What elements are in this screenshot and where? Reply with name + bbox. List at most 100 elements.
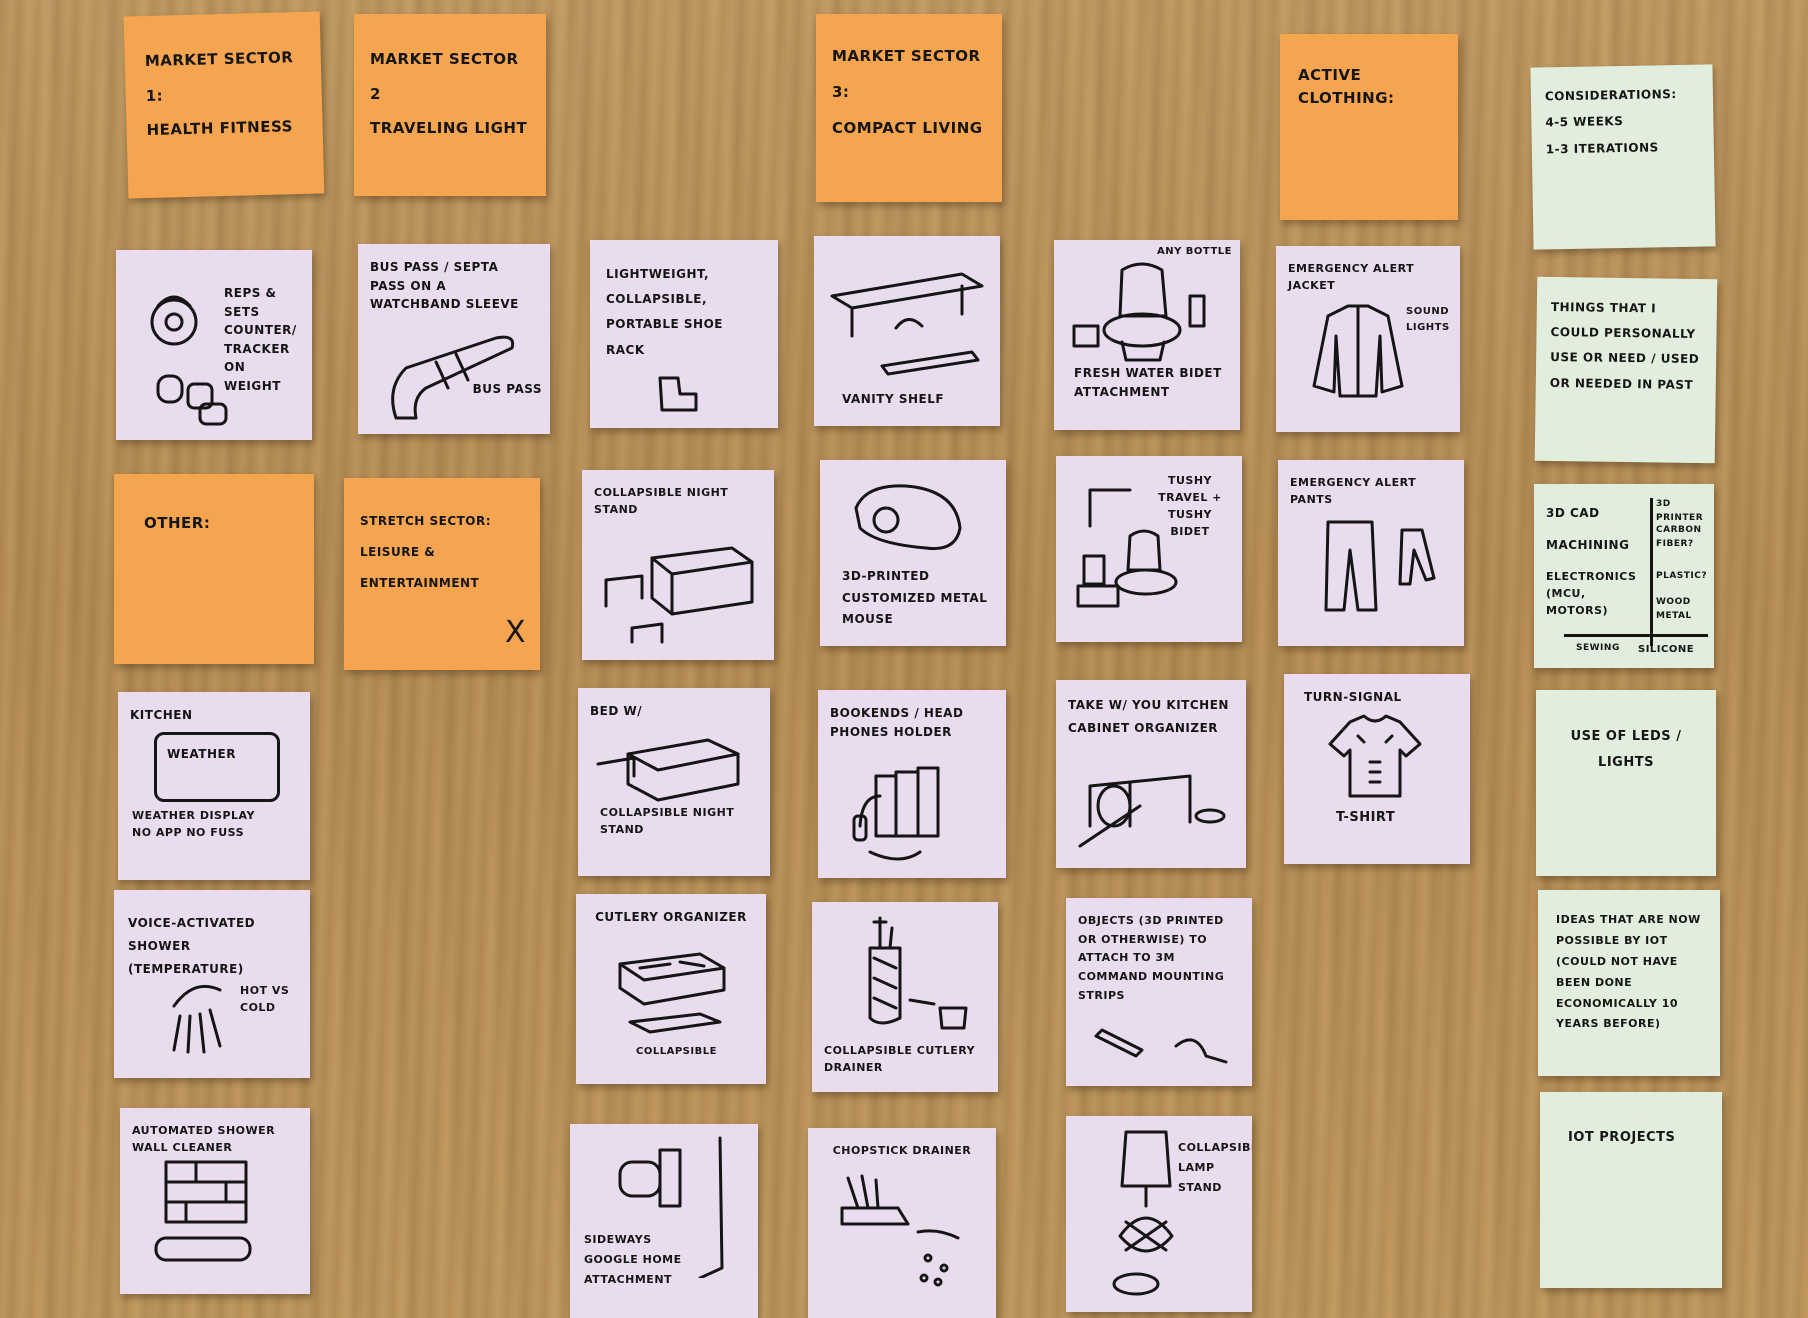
note-text: EMERGENCY ALERT JACKET bbox=[1288, 262, 1415, 293]
capability-wood-metal: WOOD METAL bbox=[1656, 597, 1692, 621]
note-label: ANY BOTTLE bbox=[1156, 246, 1232, 257]
sticky-note-cutlery-drainer: COLLAPSIBLE CUTLERY DRAINER bbox=[812, 902, 998, 1092]
note-text: THINGS THAT I COULD PERSONALLY USE OR NE… bbox=[1549, 299, 1700, 392]
sticky-note-weather-display: KITCHEN WEATHER WEATHER DISPLAY NO APP N… bbox=[118, 692, 310, 880]
sticky-note-bus-pass-watchband: BUS PASS / SEPTA PASS ON A WATCHBAND SLE… bbox=[358, 244, 550, 434]
sticky-note-kitchen-cabinet-organizer: TAKE W/ YOU KITCHEN CABINET ORGANIZER bbox=[1056, 680, 1246, 868]
sticky-note-emergency-pants: EMERGENCY ALERT PANTS bbox=[1278, 460, 1464, 646]
capability-3d-printer: 3D PRINTER bbox=[1656, 499, 1704, 523]
watchband-sketch bbox=[391, 335, 515, 420]
sticky-note-bidet-attachment: ANY BOTTLE FRESH WATER BIDET ATTACHMENT bbox=[1054, 240, 1240, 430]
note-text: BOOKENDS / HEAD PHONES HOLDER bbox=[830, 706, 964, 739]
sticky-note-google-home-attachment: SIDEWAYS GOOGLE HOME ATTACHMENT bbox=[570, 1124, 758, 1318]
note-text: SIDEWAYS GOOGLE HOME ATTACHMENT bbox=[584, 1233, 682, 1286]
sticky-note-shower-wall-cleaner: AUTOMATED SHOWER WALL CLEANER bbox=[120, 1108, 310, 1294]
tshirt-sketch bbox=[1328, 714, 1422, 798]
sticky-note-lamp-stand: COLLAPSIBLE LAMP STAND bbox=[1066, 1116, 1252, 1312]
capability-electronics: ELECTRONICS (MCU, MOTORS) bbox=[1546, 570, 1637, 618]
kettlebell-sketch bbox=[150, 295, 228, 426]
pants-sketch bbox=[1324, 520, 1436, 612]
sticky-note-active-clothing: ACTIVE CLOTHING: bbox=[1280, 34, 1458, 220]
note-text: COLLAPSIBLE LAMP STAND bbox=[1178, 1141, 1252, 1194]
sticky-note-3m-command-strips: OBJECTS (3D PRINTED OR OTHERWISE) TO ATT… bbox=[1066, 898, 1252, 1086]
note-text: TAKE W/ YOU KITCHEN CABINET ORGANIZER bbox=[1068, 698, 1229, 735]
note-text: IOT PROJECTS bbox=[1568, 1130, 1676, 1145]
weather-display-sketch: WEATHER bbox=[154, 732, 280, 802]
note-text: VOICE-ACTIVATED SHOWER (TEMPERATURE) bbox=[128, 916, 256, 976]
note-text: COLLAPSIBLE CUTLERY DRAINER bbox=[824, 1044, 976, 1075]
jacket-sketch bbox=[1312, 304, 1404, 398]
note-text: OBJECTS (3D PRINTED OR OTHERWISE) TO ATT… bbox=[1078, 914, 1225, 1002]
sticky-note-other: OTHER: bbox=[114, 474, 314, 664]
sticky-note-turn-signal-shirt: TURN-SIGNAL T-SHIRT bbox=[1284, 674, 1470, 864]
note-text: BUS PASS / SEPTA PASS ON A WATCHBAND SLE… bbox=[370, 260, 519, 312]
note-text: 3D-PRINTED CUSTOMIZED METAL MOUSE bbox=[842, 569, 988, 627]
sticky-note-market-sector-3: MARKET SECTOR 3: COMPACT LIVING bbox=[816, 14, 1002, 202]
sticky-note-voice-shower: VOICE-ACTIVATED SHOWER (TEMPERATURE) HOT… bbox=[114, 890, 310, 1078]
capability-machining: MACHINING bbox=[1546, 538, 1630, 552]
note-text: USE OF LEDS / LIGHTS bbox=[1570, 729, 1682, 770]
note-caption: COLLAPSIBLE bbox=[636, 1046, 717, 1057]
sticky-note-bookends-headphones: BOOKENDS / HEAD PHONES HOLDER bbox=[818, 690, 1006, 878]
note-text: MARKET SECTOR 2 TRAVELING LIGHT bbox=[370, 50, 528, 137]
organizer-sketch bbox=[1078, 774, 1226, 848]
weather-label: WEATHER bbox=[167, 747, 236, 761]
note-text: CONSIDERATIONS: 4-5 WEEKS 1-3 ITERATIONS bbox=[1544, 87, 1677, 157]
sticky-note-iot-ideas: IDEAS THAT ARE NOW POSSIBLE BY IOT (COUL… bbox=[1538, 890, 1720, 1076]
sticky-note-bed-with-nightstand: BED W/ COLLAPSIBLE NIGHT STAND bbox=[578, 688, 770, 876]
hooks-sketch bbox=[1094, 1028, 1228, 1064]
note-text: TUSHY TRAVEL + TUSHY BIDET bbox=[1158, 474, 1222, 539]
note-label: SOUND LIGHTS bbox=[1406, 306, 1450, 333]
capability-3d-cad: 3D CAD bbox=[1546, 506, 1600, 520]
sticky-note-emergency-jacket: EMERGENCY ALERT JACKET SOUND LIGHTS bbox=[1276, 246, 1460, 432]
note-text: FRESH WATER BIDET ATTACHMENT bbox=[1074, 366, 1222, 399]
sticky-note-things-i-could-use: THINGS THAT I COULD PERSONALLY USE OR NE… bbox=[1534, 276, 1718, 464]
capability-carbon-fiber: CARBON FIBER? bbox=[1656, 525, 1702, 549]
note-text: CUTLERY ORGANIZER bbox=[595, 910, 747, 924]
note-text: STRETCH SECTOR: LEISURE & ENTERTAINMENT bbox=[360, 514, 492, 591]
shelf-sketch bbox=[830, 272, 984, 376]
note-text: COLLAPSIBLE NIGHT STAND bbox=[594, 486, 729, 517]
note-text: EMERGENCY ALERT PANTS bbox=[1290, 476, 1417, 507]
sticky-note-chopstick-drainer: CHOPSTICK DRAINER bbox=[808, 1128, 996, 1318]
sticky-note-market-sector-1: MARKET SECTOR 1: HEALTH FITNESS bbox=[123, 11, 325, 199]
headphones-books-sketch bbox=[852, 766, 940, 861]
sticky-note-vanity-shelf: VANITY SHELF bbox=[814, 236, 1000, 426]
note-caption: COLLAPSIBLE NIGHT STAND bbox=[600, 806, 735, 837]
sticky-note-leds-lights: USE OF LEDS / LIGHTS bbox=[1536, 690, 1716, 876]
sticky-note-market-sector-2: MARKET SECTOR 2 TRAVELING LIGHT bbox=[354, 14, 546, 196]
sticky-note-stretch-sector: STRETCH SECTOR: LEISURE & ENTERTAINMENT … bbox=[344, 478, 540, 670]
note-text: OTHER: bbox=[144, 514, 211, 532]
note-text: ACTIVE CLOTHING: bbox=[1298, 66, 1395, 108]
note-caption: T-SHIRT bbox=[1336, 810, 1396, 825]
capability-sewing: SEWING bbox=[1576, 643, 1620, 653]
sticky-note-iot-projects: IOT PROJECTS bbox=[1540, 1092, 1722, 1288]
note-text: MARKET SECTOR 1: HEALTH FITNESS bbox=[144, 48, 294, 140]
capability-plastic: PLASTIC? bbox=[1656, 571, 1708, 581]
note-text: CHOPSTICK DRAINER bbox=[832, 1144, 972, 1157]
sticky-note-reps-sets-counter: REPS & SETS COUNTER/ TRACKER ON WEIGHT bbox=[116, 250, 312, 440]
note-text: KITCHEN bbox=[130, 708, 193, 722]
drainer-sketch bbox=[868, 916, 968, 1030]
note-caption: WEATHER DISPLAY NO APP NO FUSS bbox=[132, 809, 255, 839]
note-text: REPS & SETS COUNTER/ TRACKER ON WEIGHT bbox=[224, 286, 297, 393]
note-text: MARKET SECTOR 3: COMPACT LIVING bbox=[832, 47, 983, 137]
note-text: TURN-SIGNAL bbox=[1304, 690, 1402, 704]
shoe-rack-sketch bbox=[658, 376, 698, 412]
note-text: LIGHTWEIGHT, COLLAPSIBLE, PORTABLE SHOE … bbox=[606, 267, 723, 357]
mouse-sketch bbox=[854, 484, 962, 551]
note-text: VANITY SHELF bbox=[842, 392, 945, 406]
chopstick-drainer-sketch bbox=[840, 1174, 960, 1287]
note-text: IDEAS THAT ARE NOW POSSIBLE BY IOT (COUL… bbox=[1556, 913, 1701, 1031]
cutlery-tray-sketch bbox=[618, 952, 726, 1034]
sticky-note-shoe-rack: LIGHTWEIGHT, COLLAPSIBLE, PORTABLE SHOE … bbox=[590, 240, 778, 428]
divider-vertical bbox=[1650, 498, 1653, 646]
sticky-note-collapsible-nightstand: COLLAPSIBLE NIGHT STAND bbox=[582, 470, 774, 660]
sticky-note-cutlery-organizer: CUTLERY ORGANIZER COLLAPSIBLE bbox=[576, 894, 766, 1084]
note-caption: HOT VS COLD bbox=[240, 984, 290, 1015]
bed-nightstand-sketch bbox=[596, 738, 740, 802]
sticky-note-tushy-bidet: TUSHY TRAVEL + TUSHY BIDET bbox=[1056, 456, 1242, 642]
cleaner-sketch bbox=[154, 1160, 252, 1262]
cross-mark: X bbox=[504, 614, 526, 650]
note-text: BED W/ bbox=[590, 704, 643, 718]
